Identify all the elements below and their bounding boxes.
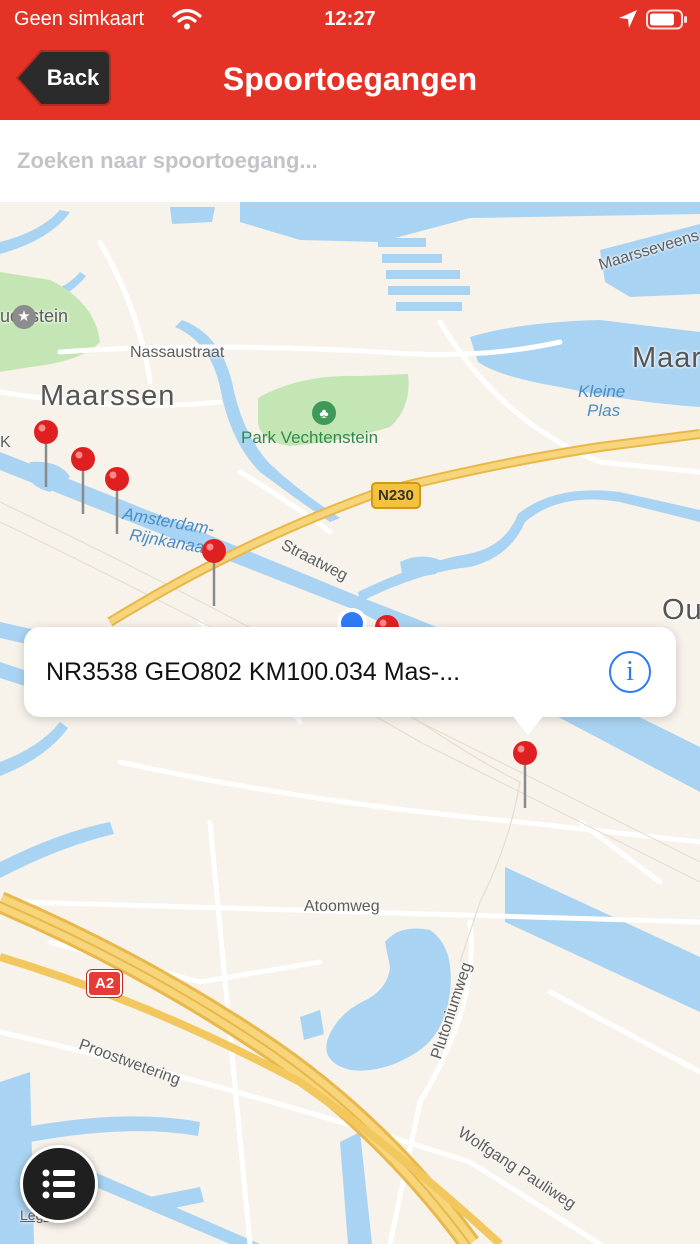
map-label-park-vechtenstein: Park Vechtenstein [241, 428, 379, 447]
list-icon [42, 1169, 75, 1199]
map-pin[interactable] [33, 419, 59, 489]
map-label-atoomweg: Atoomweg [304, 898, 380, 915]
map-label-kleine-1: Kleine [578, 382, 626, 401]
map-view[interactable]: Maarsseveens udestein ★ Nassaustraat Maa… [0, 202, 700, 1244]
map-label-maar: Maar [632, 342, 700, 374]
map-label-nassaustraat: Nassaustraat [130, 344, 225, 361]
info-circle-icon[interactable]: i [609, 651, 651, 693]
search-input[interactable] [0, 120, 700, 202]
status-time: 12:27 [324, 8, 376, 30]
callout-title[interactable]: NR3538 GEO802 KM100.034 Mas-... [46, 627, 460, 717]
map-label-ou: Ou [662, 594, 700, 626]
map-pin[interactable] [104, 466, 130, 536]
road-shield-n230: N230 [371, 482, 421, 509]
map-pin[interactable] [201, 538, 227, 608]
navigation-bar: Back Spoortoegangen [0, 40, 700, 120]
pin-callout[interactable]: NR3538 GEO802 KM100.034 Mas-... i [24, 627, 676, 735]
map-label-kleine-2: Plas [587, 401, 621, 420]
star-icon: ★ [12, 305, 36, 329]
map-canvas [0, 202, 700, 1244]
map-pin[interactable] [70, 446, 96, 516]
map-pin-selected[interactable] [512, 740, 538, 810]
map-label-k: K [0, 434, 11, 451]
search-bar [0, 120, 700, 202]
battery-icon [646, 9, 687, 30]
status-bar: Geen simkaart 12:27 [0, 0, 700, 40]
page-title: Spoortoegangen [222, 61, 478, 97]
map-label-maarssen: Maarssen [40, 380, 176, 412]
park-icon: ♣ [312, 401, 336, 425]
list-view-button[interactable] [20, 1145, 98, 1223]
road-shield-a2: A2 [87, 970, 123, 997]
callout-tail [512, 715, 544, 735]
location-arrow-icon [619, 10, 637, 28]
